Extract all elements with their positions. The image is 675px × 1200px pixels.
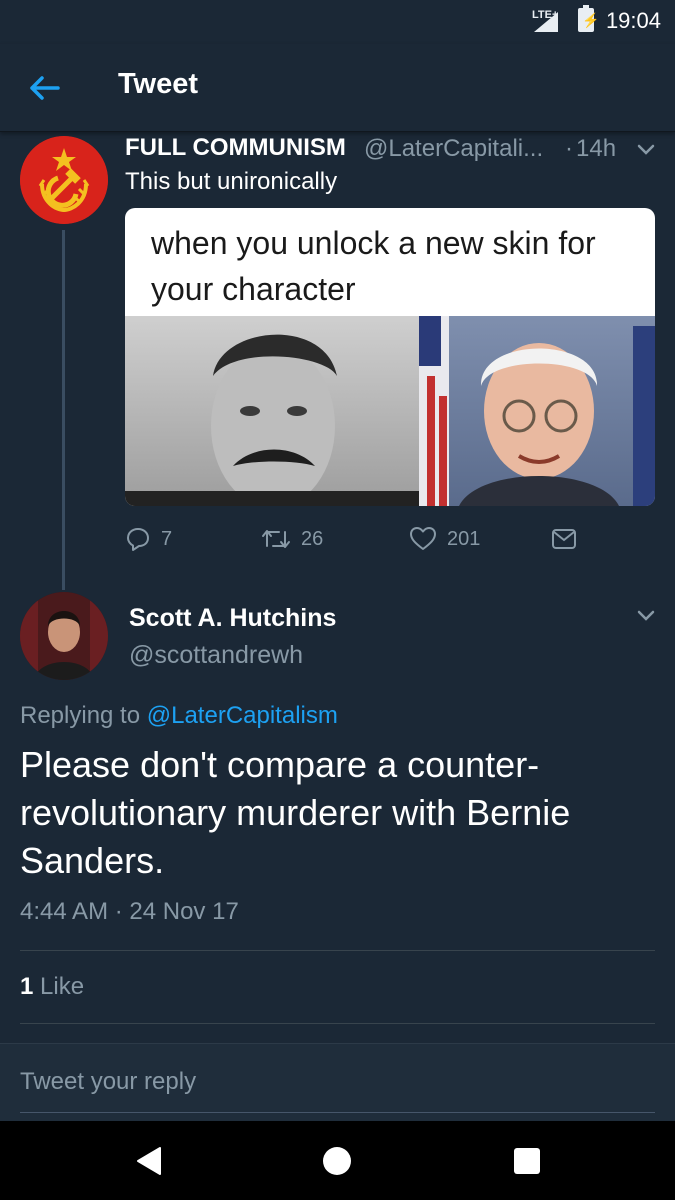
back-button[interactable]	[22, 66, 66, 110]
arrow-left-icon	[30, 76, 60, 100]
reply-text: Please don't compare a counter-revolutio…	[20, 744, 571, 881]
tweet-author-handle[interactable]: @LaterCapitali...	[364, 135, 562, 163]
envelope-icon	[552, 529, 576, 549]
like-action[interactable]: 201	[409, 522, 480, 556]
reply-composer	[0, 1043, 675, 1121]
replying-prefix: Replying to	[20, 702, 141, 729]
retweet-action[interactable]: 26	[261, 522, 323, 556]
tweet-actions: 7 26 201	[125, 522, 605, 556]
app-header: Tweet	[0, 44, 675, 132]
reply-underline	[20, 1112, 655, 1113]
image-photo-left	[125, 316, 419, 506]
status-bar: LTE+ ⚡ 19:04	[0, 0, 675, 44]
tweet-author-name[interactable]: FULL COMMUNISM	[125, 134, 346, 162]
separator-dot: ·	[565, 135, 573, 162]
reply-input[interactable]	[20, 1068, 620, 1096]
tweet-time: 14h	[576, 135, 617, 162]
battery-charging-icon: ⚡	[578, 5, 599, 32]
page-title: Tweet	[118, 68, 199, 100]
reply-author-handle[interactable]: @scottandrewh	[129, 641, 303, 670]
status-time: 19:04	[605, 8, 661, 33]
avatar[interactable]	[20, 592, 108, 680]
network-type: LTE+	[532, 9, 559, 21]
tweet-image[interactable]: when you unlock a new skin for your char…	[125, 208, 655, 506]
reply-author-name[interactable]: Scott A. Hutchins	[129, 604, 336, 633]
likes-label: Like	[40, 973, 85, 1000]
tweet-text: This but unironically	[125, 168, 338, 195]
reply-count: 7	[161, 527, 173, 550]
reply-action[interactable]: 7	[125, 522, 172, 556]
back-triangle-icon[interactable]	[134, 1145, 164, 1177]
direct-message-action[interactable]	[551, 522, 577, 556]
retweet-icon	[262, 530, 290, 548]
home-circle-icon[interactable]	[323, 1147, 351, 1175]
reply-icon	[127, 528, 149, 551]
heart-icon	[410, 527, 436, 550]
divider	[20, 950, 655, 951]
thread-line	[62, 230, 65, 590]
likes-count: 1	[20, 973, 34, 1000]
retweet-count: 26	[301, 527, 324, 550]
likes-summary[interactable]: 1 Like	[20, 973, 84, 1001]
hammer-sickle-icon	[20, 136, 108, 224]
replying-mention-link[interactable]: @LaterCapitalism	[147, 702, 338, 729]
like-count: 201	[447, 527, 481, 550]
chevron-down-icon[interactable]	[636, 142, 656, 158]
recents-square-icon[interactable]	[514, 1148, 540, 1174]
divider	[20, 1023, 655, 1024]
image-photo-right	[419, 316, 655, 506]
image-caption: when you unlock a new skin for your char…	[151, 225, 596, 307]
system-nav-bar	[0, 1121, 675, 1200]
communist-avatar[interactable]	[20, 136, 108, 224]
chevron-down-icon[interactable]	[636, 608, 656, 624]
replying-to: Replying to @LaterCapitalism	[20, 702, 338, 730]
reply-timestamp: 4:44 AM · 24 Nov 17	[20, 898, 239, 925]
